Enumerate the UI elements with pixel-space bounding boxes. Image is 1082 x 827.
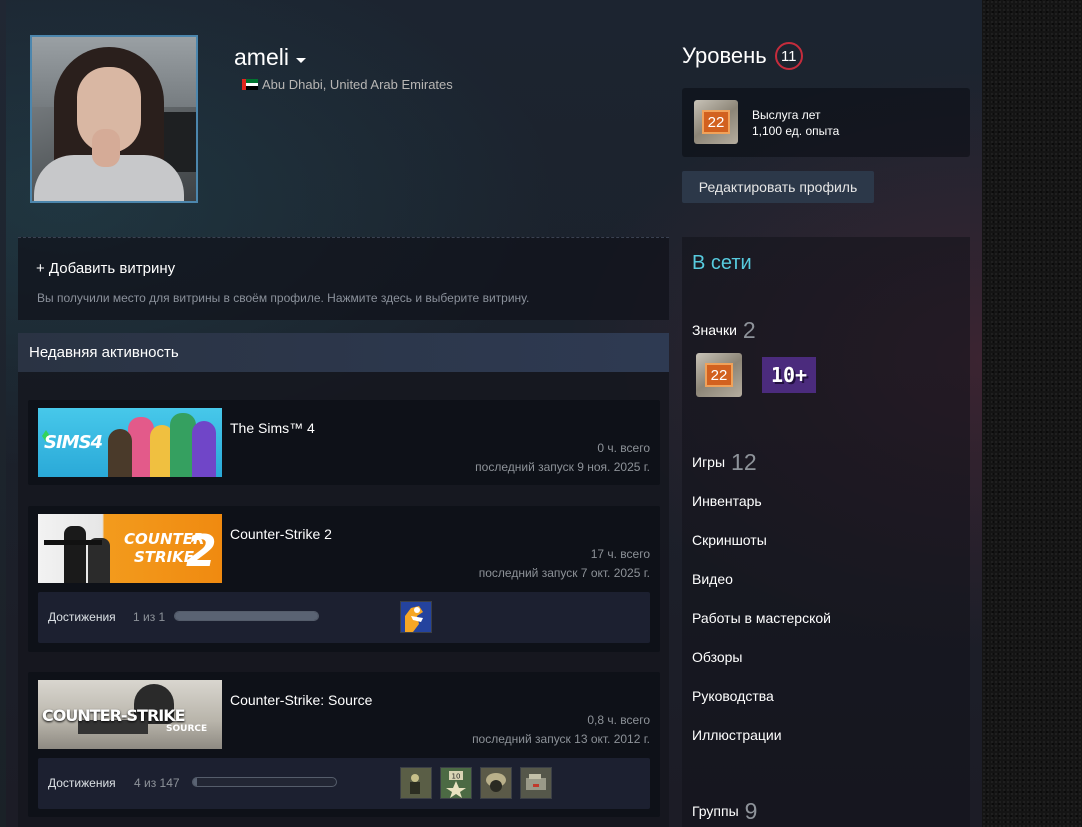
achievements-progress-fill — [193, 778, 197, 786]
achievements-progress-fill — [175, 612, 318, 620]
game-name[interactable]: Counter-Strike: Source — [230, 692, 372, 708]
online-status: В сети — [692, 252, 752, 274]
game-last-played: последний запуск 9 ноя. 2025 г. — [475, 460, 650, 474]
add-showcase-description: Вы получили место для витрины в своём пр… — [37, 291, 530, 305]
achievement-vehicle-icon[interactable] — [520, 767, 552, 799]
sidebar-item-reviews[interactable]: Обзоры — [692, 649, 743, 665]
recent-activity-list: SIMS4 The Sims™ 4 0 ч. всего последний з… — [18, 372, 669, 827]
achievements-row: Достижения 1 из 1 — [38, 592, 650, 643]
recent-activity-title: Недавняя активность — [29, 344, 179, 361]
achievement-soldier-icon[interactable] — [400, 767, 432, 799]
svg-text:10: 10 — [452, 773, 461, 781]
years-of-service-badge-icon: 22 — [694, 100, 738, 144]
sidebar-item-games[interactable]: Игры 12 — [692, 449, 757, 476]
sidebar-item-workshop[interactable]: Работы в мастерской — [692, 610, 831, 626]
game-name[interactable]: The Sims™ 4 — [230, 420, 315, 436]
sims4-logo: SIMS4 — [44, 432, 103, 453]
add-showcase-title: + Добавить витрину — [36, 260, 176, 277]
badge-years-of-service-icon[interactable]: 22 — [696, 353, 742, 397]
game-image-sims4[interactable]: SIMS4 — [38, 408, 222, 477]
recent-activity-header: Недавняя активность — [18, 333, 669, 372]
sidebar-item-inventory[interactable]: Инвентарь — [692, 493, 762, 509]
game-name[interactable]: Counter-Strike 2 — [230, 526, 332, 542]
achievements-progress-bar — [174, 611, 319, 621]
game-last-played: последний запуск 13 окт. 2012 г. — [472, 732, 650, 746]
avatar[interactable] — [30, 35, 198, 203]
game-image-cs2[interactable]: COUNTER STRIKE 2 — [38, 514, 222, 583]
favorite-badge[interactable]: 22 Выслуга лет 1,100 ед. опыта — [682, 88, 970, 157]
game-card-sims4: SIMS4 The Sims™ 4 0 ч. всего последний з… — [28, 400, 660, 485]
page-background-texture — [982, 0, 1082, 827]
sidebar-item-artwork[interactable]: Иллюстрации — [692, 727, 782, 743]
achievements-label: Достижения — [48, 776, 116, 790]
achievements-count: 1 из 1 — [133, 610, 166, 624]
game-hours: 0 ч. всего — [597, 441, 650, 455]
chevron-down-icon — [295, 57, 306, 63]
game-hours: 0,8 ч. всего — [587, 713, 650, 727]
profile-level: Уровень 11 — [682, 42, 803, 70]
achievements-count: 4 из 147 — [134, 776, 180, 790]
username-dropdown[interactable]: ameli — [234, 44, 306, 71]
game-last-played: последний запуск 7 окт. 2025 г. — [478, 566, 650, 580]
edit-profile-button[interactable]: Редактировать профиль — [682, 171, 874, 203]
sidebar-item-screenshots[interactable]: Скриншоты — [692, 532, 767, 548]
badge-title: Выслуга лет — [752, 108, 821, 122]
uae-flag-icon — [242, 79, 258, 91]
achievement-cs-icon[interactable] — [400, 601, 432, 633]
sidebar-item-badges[interactable]: Значки 2 — [692, 317, 756, 344]
game-card-css: COUNTER-STRIKE SOURCE Counter-Strike: So… — [28, 672, 660, 817]
profile-sidebar: В сети Значки 2 22 10+ Игры 12 Инвентарь С… — [682, 237, 970, 827]
achievements-label: Достижения — [48, 610, 116, 624]
level-label: Уровень — [682, 43, 767, 68]
achievements-row: Достижения 4 из 147 10 — [38, 758, 650, 809]
badge-xp: 1,100 ед. опыта — [752, 124, 840, 138]
sidebar-item-groups[interactable]: Группы 9 — [692, 798, 757, 825]
username: ameli — [234, 44, 289, 70]
game-card-cs2: COUNTER STRIKE 2 Counter-Strike 2 17 ч. … — [28, 506, 660, 652]
game-image-css[interactable]: COUNTER-STRIKE SOURCE — [38, 680, 222, 749]
location-text: Abu Dhabi, United Arab Emirates — [262, 77, 453, 92]
achievements-progress-bar — [192, 777, 337, 787]
level-badge[interactable]: 11 — [774, 42, 803, 70]
profile-location: Abu Dhabi, United Arab Emirates — [242, 77, 453, 92]
achievement-ten-star-icon[interactable]: 10 — [440, 767, 472, 799]
badge-ten-plus-icon[interactable]: 10+ — [762, 357, 816, 393]
game-hours: 17 ч. всего — [590, 547, 650, 561]
add-showcase-panel[interactable]: + Добавить витрину Вы получили место для… — [18, 237, 669, 320]
sidebar-item-guides[interactable]: Руководства — [692, 688, 774, 704]
achievement-helmet-icon[interactable] — [480, 767, 512, 799]
sidebar-item-videos[interactable]: Видео — [692, 571, 733, 587]
